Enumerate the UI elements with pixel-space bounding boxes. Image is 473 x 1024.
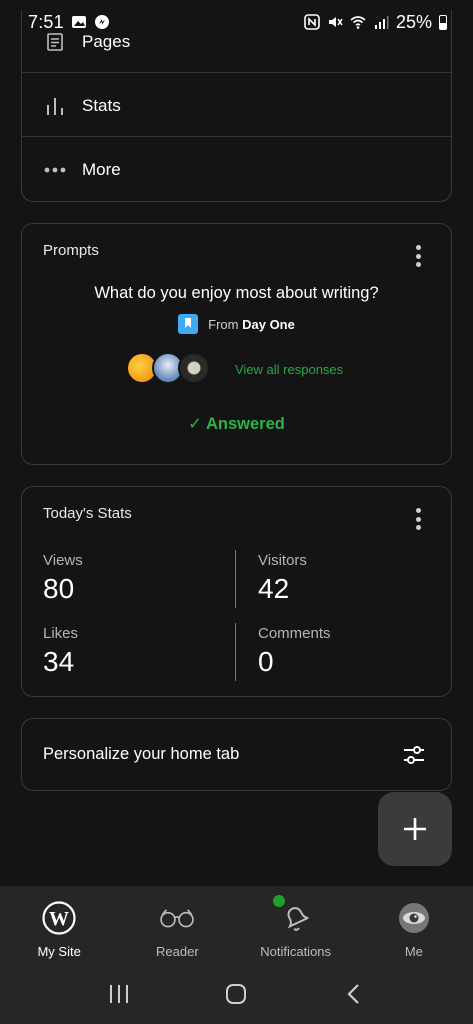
personalize-home-tab-card[interactable]: Personalize your home tab [21,718,452,791]
system-navigation-bar [0,964,473,1024]
stats-title: Today's Stats [43,505,132,522]
notification-badge [271,894,286,908]
stat-label: Likes [43,625,79,642]
stat-value: 80 [43,573,75,604]
glasses-icon [159,900,195,936]
create-fab-button[interactable] [378,792,452,866]
home-icon[interactable] [225,983,247,1005]
from-source: Day One [242,316,295,332]
menu-item-stats[interactable]: Stats [22,74,451,138]
back-icon[interactable] [343,983,365,1005]
stat-divider [235,550,236,608]
stat-value: 0 [258,646,274,677]
stat-views: Views 80 [43,552,83,605]
tab-label: Notifications [260,944,332,959]
tab-me[interactable]: Me [355,886,473,964]
stat-label: Visitors [258,552,307,569]
tab-label: My Site [37,944,81,959]
response-avatars[interactable] [126,352,210,384]
recent-apps-icon[interactable] [108,983,130,1005]
pages-icon [44,31,66,53]
divider [22,72,451,73]
plus-icon [404,818,426,840]
menu-item-label: Pages [82,32,131,51]
avatar [178,352,210,384]
tab-notifications[interactable]: Notifications [237,886,355,964]
prompts-card: Prompts What do you enjoy most about wri… [21,223,452,465]
menu-item-label: Stats [82,96,121,115]
personalize-label: Personalize your home tab [43,745,240,763]
tab-reader[interactable]: Reader [118,886,236,964]
stats-icon [44,95,66,117]
stat-value: 42 [258,573,290,604]
stat-comments: Comments 0 [258,625,331,678]
stat-value: 34 [43,646,75,677]
menu-item-label: More [82,160,121,179]
todays-stats-card[interactable]: Today's Stats Views 80 Visitors 42 Likes… [21,486,452,697]
sliders-icon [404,746,424,764]
wordpress-icon: W [41,900,77,936]
stat-label: Comments [258,625,331,642]
bell-icon [271,894,314,936]
more-dots-icon [44,159,66,181]
stats-more-options-icon[interactable] [415,508,421,530]
tab-label: Me [404,944,423,959]
bottom-tab-bar: W My Site Reader Notifications Me [0,886,473,964]
from-prefix: From [208,316,239,332]
view-all-responses-link[interactable]: View all responses [235,362,343,377]
tab-label: Reader [156,944,199,959]
prompts-more-options-icon[interactable] [415,245,421,267]
divider [22,136,451,137]
avatar-icon [396,900,432,936]
prompt-attribution: From Day One [22,314,451,334]
tab-my-site[interactable]: W My Site [0,886,118,964]
prompts-title: Prompts [43,242,99,259]
stat-label: Views [43,552,83,569]
prompt-question: What do you enjoy most about writing? [94,284,379,302]
site-menu-card: Pages Stats More [21,10,452,202]
answered-button[interactable]: ✓ Answered [22,414,451,434]
svg-text:W: W [49,908,69,930]
stat-divider [235,623,236,681]
menu-item-more[interactable]: More [22,138,451,201]
menu-item-pages[interactable]: Pages [22,10,451,74]
stat-visitors: Visitors 42 [258,552,307,605]
day-one-icon [178,314,199,334]
stat-likes: Likes 34 [43,625,78,678]
